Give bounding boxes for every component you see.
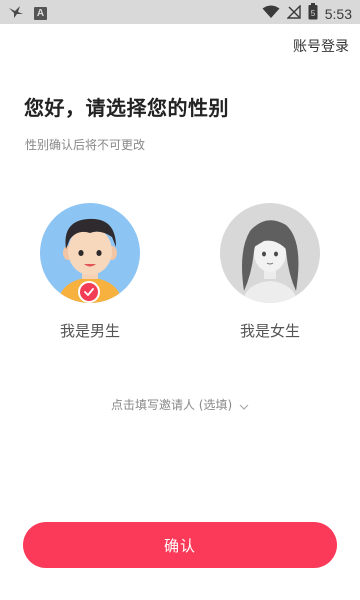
inviter-prompt-label: 点击填写邀请人 (选填) (110, 398, 233, 412)
a-badge-icon: A (34, 7, 47, 20)
selected-check-icon (78, 281, 100, 303)
account-login-link[interactable]: 账号登录 (293, 36, 349, 56)
gender-label-female[interactable]: 我是女生 (220, 320, 320, 341)
female-avatar-icon (220, 203, 320, 303)
confirm-button[interactable]: 确认 (23, 522, 337, 568)
gender-option-female[interactable] (220, 203, 320, 303)
gender-label-male[interactable]: 我是男生 (40, 320, 140, 341)
wifi-icon (262, 4, 280, 23)
status-bar-right: 5 5:53 (262, 3, 352, 24)
status-bar: A 5 5:53 (0, 0, 360, 24)
status-time: 5:53 (324, 5, 352, 22)
page-subtitle: 性别确认后将不可更改 (25, 138, 146, 152)
inviter-prompt[interactable]: 点击填写邀请人 (选填) (0, 396, 360, 413)
chevron-down-icon (239, 399, 249, 413)
notification-bird-icon (8, 4, 24, 23)
battery-icon: 5 (308, 3, 318, 24)
status-bar-left: A (8, 4, 47, 23)
no-signal-icon (286, 4, 301, 23)
page-title: 您好，请选择您的性别 (24, 96, 229, 120)
svg-text:5: 5 (311, 9, 316, 18)
